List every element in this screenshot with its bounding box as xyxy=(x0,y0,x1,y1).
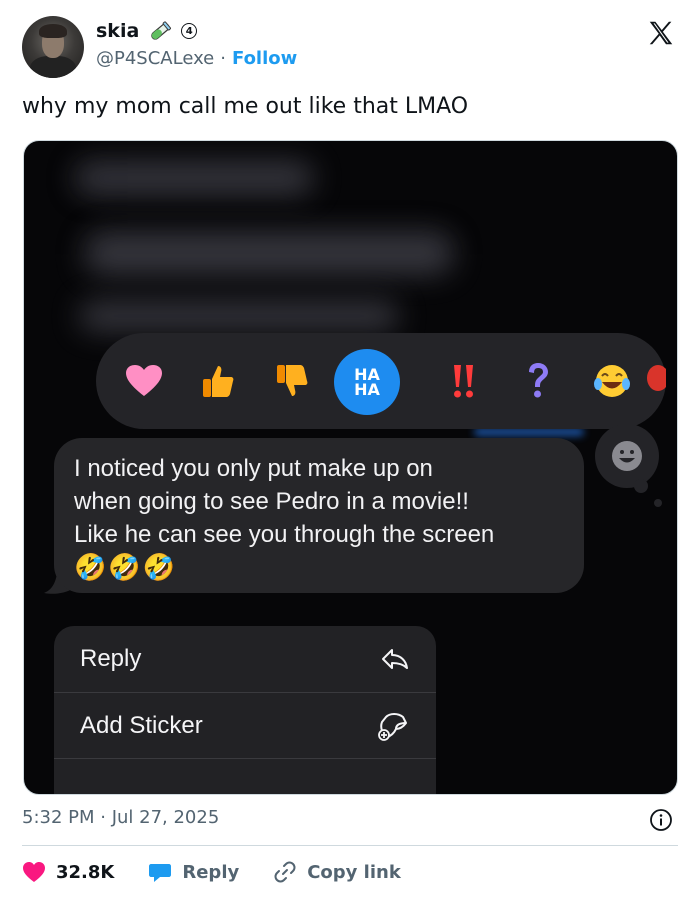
blurred-message xyxy=(84,231,454,275)
reply-label: Reply xyxy=(182,861,240,883)
like-count: 32.8K xyxy=(56,861,115,883)
copy-link-label: Copy link xyxy=(307,861,401,883)
author-handle[interactable]: @P4SCALexe xyxy=(96,48,214,69)
tweet-header: skia 4 @P4SCALexe · Follow xyxy=(0,0,700,90)
menu-item-partial[interactable] xyxy=(54,759,436,794)
smiley-icon xyxy=(612,441,642,471)
message-line: I noticed you only put make up on xyxy=(74,455,433,482)
blurred-message xyxy=(79,301,399,331)
menu-item-add-sticker[interactable]: Add Sticker xyxy=(54,693,436,759)
reaction-bar: HA HA xyxy=(96,333,666,429)
follow-button[interactable]: Follow xyxy=(232,48,297,69)
divider xyxy=(22,845,678,846)
speech-bubble-icon xyxy=(149,864,172,882)
engagement-bar: 32.8K Reply Copy link xyxy=(22,858,435,886)
reaction-bubble-dot xyxy=(654,499,662,507)
tears-of-joy-emoji[interactable] xyxy=(588,333,636,429)
message-line: when going to see Pedro in a movie!! xyxy=(74,488,469,515)
add-sticker-icon xyxy=(378,713,407,741)
reply-button[interactable]: Reply xyxy=(148,861,239,883)
balloon-emoji[interactable] xyxy=(644,333,666,429)
add-reaction-button[interactable] xyxy=(595,424,659,488)
x-logo-icon[interactable] xyxy=(646,18,676,48)
copy-link-button[interactable]: Copy link xyxy=(273,860,401,884)
heart-emoji[interactable] xyxy=(120,333,168,429)
link-icon xyxy=(274,861,296,883)
menu-item-reply[interactable]: Reply xyxy=(54,626,436,692)
reply-arrow-icon xyxy=(382,649,408,669)
blue-highlight xyxy=(474,428,584,436)
blurred-message xyxy=(74,161,314,195)
question-emoji[interactable] xyxy=(514,333,562,429)
menu-item-label: Reply xyxy=(80,645,142,672)
haha-label-bottom: HA xyxy=(354,380,380,399)
handle-row: @P4SCALexe · Follow xyxy=(96,48,297,69)
message-line: Like he can see you through the screen xyxy=(74,521,495,548)
tweet-media[interactable]: HA HA I noticed you only put make up on … xyxy=(23,140,678,795)
reaction-bubble-dot xyxy=(634,479,648,493)
heart-icon xyxy=(23,862,45,882)
like-button[interactable]: 32.8K xyxy=(22,861,114,883)
tweet-timestamp[interactable]: 5:32 PM · Jul 27, 2025 xyxy=(22,807,219,828)
message-emojis: 🤣🤣🤣 xyxy=(74,552,178,582)
badge-number: 4 xyxy=(181,23,198,39)
author-name[interactable]: skia xyxy=(96,20,139,42)
context-menu: Reply Add Sticker xyxy=(54,626,436,794)
message-bubble[interactable]: I noticed you only put make up on when g… xyxy=(54,438,584,593)
tweet-text: why my mom call me out like that LMAO xyxy=(22,94,469,119)
double-exclamation-emoji[interactable] xyxy=(440,333,488,429)
avatar[interactable] xyxy=(22,16,84,78)
separator-dot: · xyxy=(220,48,226,69)
haha-emoji[interactable]: HA HA xyxy=(334,349,400,415)
menu-item-label: Add Sticker xyxy=(80,712,203,739)
thumbs-up-emoji[interactable] xyxy=(194,333,242,429)
info-icon[interactable] xyxy=(649,808,673,832)
thumbs-down-emoji[interactable] xyxy=(268,333,316,429)
author-name-row: skia 4 xyxy=(96,20,198,42)
test-tube-icon xyxy=(151,21,172,40)
